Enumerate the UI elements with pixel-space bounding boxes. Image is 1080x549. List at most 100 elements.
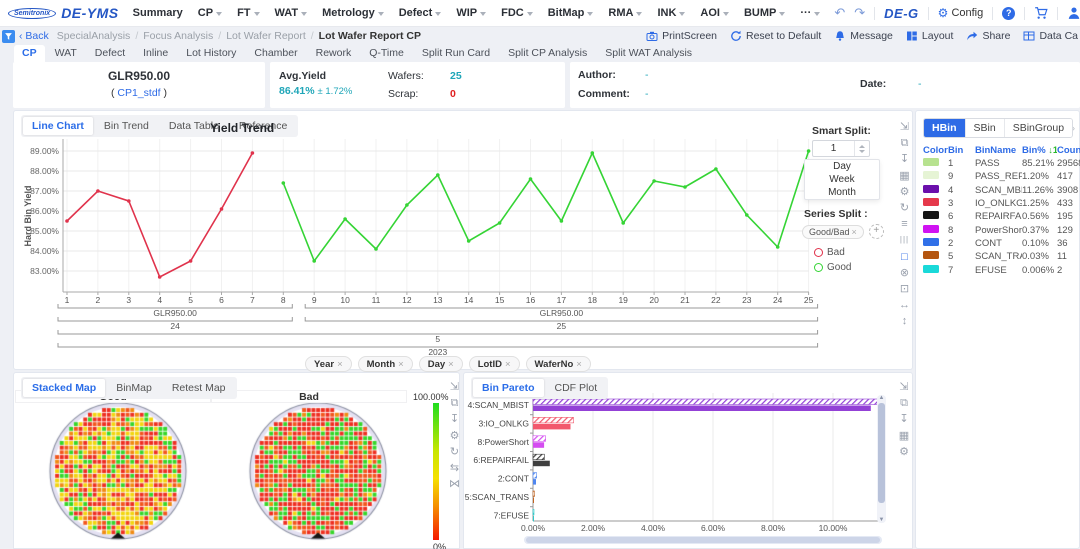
fit-height-icon[interactable]: ↕ bbox=[902, 313, 908, 329]
expand-icon[interactable]: ⇲ bbox=[899, 379, 908, 395]
reset-to-default-button[interactable]: Reset to Default bbox=[730, 30, 821, 42]
remove-tag-icon[interactable]: × bbox=[448, 359, 454, 370]
column-header-color[interactable]: Color bbox=[923, 145, 948, 156]
nav-item-rma[interactable]: RMA bbox=[608, 7, 643, 19]
scroll-up-icon[interactable]: ▲ bbox=[878, 395, 885, 401]
scroll-down-icon[interactable]: ▼ bbox=[878, 517, 885, 523]
column-header-count[interactable]: Count bbox=[1057, 145, 1080, 156]
bars-icon[interactable]: ||| bbox=[900, 232, 909, 248]
settings-icon[interactable]: ⚙ bbox=[899, 444, 909, 460]
smart-split-input[interactable]: 1 bbox=[812, 140, 870, 157]
breadcrumb-item[interactable]: Lot Wafer Report bbox=[226, 30, 306, 42]
tab-linechart[interactable]: Line Chart bbox=[23, 117, 93, 135]
download-icon[interactable]: ↧ bbox=[450, 411, 459, 427]
clear-icon[interactable]: ⊗ bbox=[900, 265, 909, 281]
filter-tag-waferno[interactable]: WaferNo × bbox=[525, 356, 591, 372]
table-row[interactable]: 8 PowerShort 0.37% 129 bbox=[916, 223, 1080, 236]
module-tab-qtime[interactable]: Q-Time bbox=[361, 45, 412, 62]
nav-item-defect[interactable]: Defect bbox=[399, 7, 442, 19]
column-header-bin[interactable]: Bin% ↓1 bbox=[1022, 145, 1057, 156]
scroll-thumb[interactable] bbox=[878, 403, 885, 503]
table-row[interactable]: 3 IO_ONLKG 1.25% 433 bbox=[916, 197, 1080, 210]
flip-icon[interactable]: ⋈ bbox=[449, 476, 460, 492]
filter-tag-year[interactable]: Year × bbox=[305, 356, 352, 372]
smart-split-option-day[interactable]: Day bbox=[805, 160, 879, 173]
expand-icon[interactable]: ⇲ bbox=[450, 379, 459, 395]
table-row[interactable]: 2 CONT 0.10% 36 bbox=[916, 237, 1080, 250]
smart-split-option-month[interactable]: Month bbox=[805, 186, 879, 199]
fit-width-icon[interactable]: ↔ bbox=[899, 297, 910, 313]
spin-up-icon[interactable] bbox=[859, 144, 865, 148]
series-split-tag[interactable]: Good/Bad × bbox=[802, 224, 864, 239]
config-button[interactable]: ⚙ Config bbox=[938, 6, 984, 20]
module-tab-cp[interactable]: CP bbox=[14, 45, 45, 62]
nav-item-bump[interactable]: BUMP bbox=[744, 7, 786, 19]
module-tab-splitcpanalysis[interactable]: Split CP Analysis bbox=[500, 45, 595, 62]
smart-split-option-week[interactable]: Week bbox=[805, 173, 879, 186]
expand-icon[interactable]: ⇲ bbox=[900, 119, 909, 135]
deg-logo[interactable]: DE-G bbox=[884, 6, 919, 21]
compare-icon[interactable]: ⇆ bbox=[450, 460, 459, 476]
module-tab-chamber[interactable]: Chamber bbox=[246, 45, 305, 62]
brand[interactable]: Semitronix DE-YMS bbox=[8, 5, 119, 21]
layout-button[interactable]: Layout bbox=[906, 30, 953, 42]
select-rect-icon[interactable]: □ bbox=[901, 249, 908, 265]
nav-item-ink[interactable]: INK bbox=[657, 7, 686, 19]
tab-binmap[interactable]: BinMap bbox=[107, 379, 161, 397]
nav-item-bitmap[interactable]: BitMap bbox=[548, 7, 594, 19]
filter-funnel-icon[interactable] bbox=[2, 29, 15, 43]
download-icon[interactable]: ↧ bbox=[900, 151, 909, 167]
table-row[interactable]: 9 PASS_REP 1.20% 417 bbox=[916, 170, 1080, 183]
copy-icon[interactable]: ⧉ bbox=[451, 395, 459, 411]
table-row[interactable]: 5 SCAN_TRANS0.03% 11 bbox=[916, 250, 1080, 263]
horizontal-scrollbar[interactable] bbox=[524, 536, 882, 544]
module-tab-splitwatanalysis[interactable]: Split WAT Analysis bbox=[597, 45, 700, 62]
tab-retestmap[interactable]: Retest Map bbox=[163, 379, 235, 397]
tab-stackedmap[interactable]: Stacked Map bbox=[23, 379, 106, 397]
tab-binpareto[interactable]: Bin Pareto bbox=[473, 379, 544, 397]
tab-bintrend[interactable]: Bin Trend bbox=[95, 117, 158, 135]
table-row[interactable]: 6 REPAIRFAIL0.56% 195 bbox=[916, 210, 1080, 223]
remove-tag-icon[interactable]: × bbox=[852, 227, 857, 237]
program-link[interactable]: CP1_stdf bbox=[117, 87, 160, 99]
column-header-bin[interactable]: Bin bbox=[948, 145, 975, 156]
filter-tag-day[interactable]: Day × bbox=[418, 356, 463, 372]
table-row[interactable]: 1 PASS 85.21%29568 bbox=[916, 157, 1080, 170]
vertical-scrollbar[interactable]: ▲ ▼ bbox=[877, 395, 886, 523]
back-button[interactable]: ‹ Back bbox=[19, 30, 49, 42]
refresh-icon[interactable]: ↻ bbox=[450, 444, 459, 460]
remove-tag-icon[interactable]: × bbox=[337, 359, 343, 370]
list-icon[interactable]: ≡ bbox=[901, 216, 907, 232]
breadcrumb-item[interactable]: SpecialAnalysis bbox=[57, 30, 131, 42]
copy-icon[interactable]: ⧉ bbox=[901, 135, 909, 151]
help-icon[interactable]: ? bbox=[1002, 6, 1016, 20]
printscreen-button[interactable]: PrintScreen bbox=[646, 30, 717, 42]
nav-item-wat[interactable]: WAT bbox=[275, 7, 308, 19]
module-tab-inline[interactable]: Inline bbox=[135, 45, 176, 62]
table-icon[interactable]: ▦ bbox=[899, 168, 909, 184]
settings-icon[interactable]: ⚙ bbox=[450, 428, 460, 444]
nav-item-summary[interactable]: Summary bbox=[133, 7, 183, 19]
table-row[interactable]: 7 EFUSE 0.006% 2 bbox=[916, 263, 1080, 276]
filter-tag-month[interactable]: Month × bbox=[357, 356, 413, 372]
breadcrumb-item[interactable]: Focus Analysis bbox=[143, 30, 213, 42]
remove-tag-icon[interactable]: × bbox=[398, 359, 404, 370]
nav-item-metrology[interactable]: Metrology bbox=[322, 7, 384, 19]
undo-icon[interactable]: ↶ bbox=[834, 5, 845, 21]
nav-item-[interactable]: ··· bbox=[800, 7, 821, 19]
breadcrumb-item[interactable]: Lot Wafer Report CP bbox=[319, 30, 421, 42]
copy-icon[interactable]: ⧉ bbox=[900, 395, 908, 411]
nav-item-ft[interactable]: FT bbox=[237, 7, 260, 19]
sort-desc-icon[interactable]: ↓1 bbox=[1048, 145, 1057, 155]
tab-sbin[interactable]: SBin bbox=[964, 119, 1004, 137]
cart-icon[interactable] bbox=[1034, 6, 1048, 20]
stepper[interactable] bbox=[854, 141, 869, 156]
remove-tag-icon[interactable]: × bbox=[505, 359, 511, 370]
scroll-thumb[interactable] bbox=[526, 537, 880, 543]
module-tab-rework[interactable]: Rework bbox=[308, 45, 360, 62]
module-tab-splitruncard[interactable]: Split Run Card bbox=[414, 45, 498, 62]
share-button[interactable]: Share bbox=[966, 30, 1010, 42]
user-icon[interactable] bbox=[1067, 6, 1080, 20]
download-icon[interactable]: ↧ bbox=[899, 411, 908, 427]
nav-item-fdc[interactable]: FDC bbox=[501, 7, 533, 19]
